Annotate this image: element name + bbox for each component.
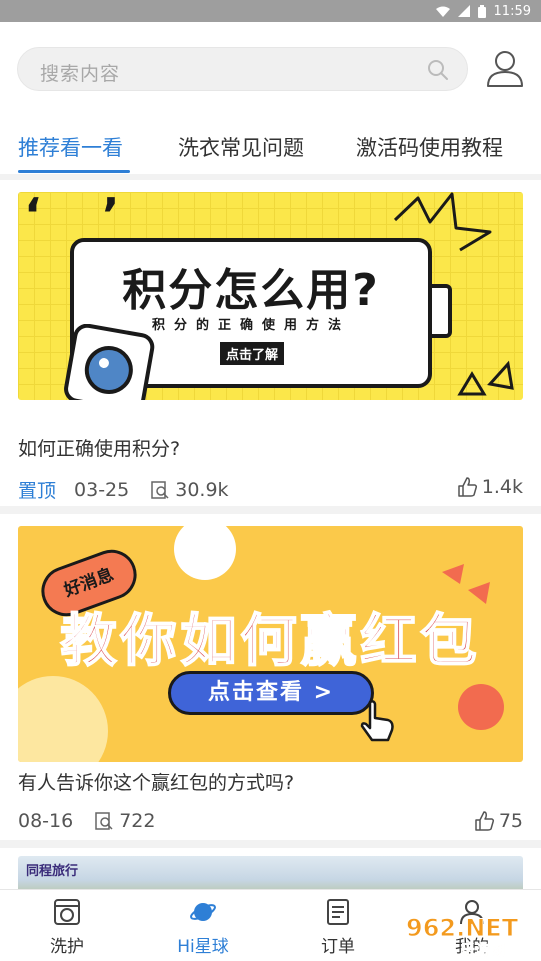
nav-item-wash[interactable]: 洗护: [17, 890, 117, 961]
post-card[interactable]: 好消息 教你如何赢红包 点击查看 > 有人告诉你这个赢红包的方式吗? 08-16…: [0, 514, 541, 840]
order-icon[interactable]: [324, 898, 352, 926]
status-time: 11:59: [493, 3, 531, 19]
views-icon: [151, 480, 169, 499]
post-title[interactable]: 如何正确使用积分?: [18, 434, 180, 461]
banner-title: 积分怎么用?: [122, 265, 380, 316]
post-date: 03-25: [74, 478, 130, 501]
view-count: 722: [119, 810, 156, 832]
views-icon: [95, 812, 113, 830]
tab-activation-code-tutorial[interactable]: 激活码使用教程: [356, 132, 503, 162]
pinned-label: 置顶: [18, 480, 57, 502]
like-button[interactable]: 1.4k: [458, 476, 523, 498]
post-date: 08-16: [18, 810, 74, 832]
camera-icon: [64, 324, 155, 400]
post-card[interactable]: ‘ ’ 积分怎么用? 积分的正确使用方法 点击了解 如何正确使用积分? 置顶 0…: [0, 180, 541, 506]
like-count: 75: [498, 810, 523, 832]
nav-label: 洗护: [50, 937, 84, 957]
banner-headline: 教你如何赢红包: [60, 608, 481, 675]
search-icon[interactable]: [427, 59, 449, 81]
post-banner-image[interactable]: ‘ ’ 积分怎么用? 积分的正确使用方法 点击了解: [18, 192, 523, 400]
circle-decoration: [18, 676, 108, 762]
nav-item-hi-planet[interactable]: Hi星球: [153, 890, 253, 961]
tab-recommended[interactable]: 推荐看一看: [18, 132, 123, 162]
post-title[interactable]: 有人告诉你这个赢红包的方式吗?: [18, 768, 294, 795]
search-input[interactable]: 搜索内容: [40, 59, 120, 86]
nav-label: 订单: [321, 937, 355, 957]
status-bar: 11:59: [0, 0, 541, 22]
search-bar[interactable]: 搜索内容: [17, 47, 468, 91]
thumbs-up-icon[interactable]: [475, 811, 495, 831]
header: 搜索内容 推荐看一看 洗衣常见问题 激活码使用教程: [0, 22, 541, 174]
triangle-decoration: [457, 360, 514, 396]
nav-label: Hi星球: [177, 937, 229, 957]
banner-cta: 点击查看 >: [168, 671, 374, 715]
signal-icon: [457, 5, 470, 17]
planet-icon[interactable]: [189, 898, 217, 926]
like-button[interactable]: 75: [475, 810, 523, 832]
circle-decoration: [174, 526, 236, 580]
banner-cta: 点击了解: [220, 342, 285, 365]
pointer-hand-icon: [360, 700, 394, 742]
wifi-icon: [435, 6, 450, 17]
site-watermark: 962.NET 乐游网: [406, 914, 520, 959]
post-banner-image[interactable]: 好消息 教你如何赢红包 点击查看 >: [18, 526, 523, 762]
watermark-text: 962.NET: [406, 914, 519, 942]
quote-mark-left: ‘: [24, 192, 42, 242]
battery-tip-decoration: [432, 284, 452, 338]
nav-item-orders[interactable]: 订单: [288, 890, 388, 961]
view-count: 30.9k: [175, 478, 229, 501]
battery-icon: [477, 4, 486, 18]
quote-mark-right: ’: [102, 192, 120, 242]
tab-laundry-faq[interactable]: 洗衣常见问题: [178, 132, 304, 162]
thumbs-up-icon[interactable]: [458, 477, 478, 497]
circle-decoration: [458, 684, 504, 730]
banner-logo: 同程旅行: [26, 864, 79, 879]
post-meta: 08-16 722: [18, 810, 155, 832]
watermark-subtext: 乐游网: [460, 941, 505, 958]
category-tabs: 推荐看一看 洗衣常见问题 激活码使用教程: [0, 122, 541, 174]
user-icon[interactable]: [485, 48, 525, 88]
post-card[interactable]: 同程旅行: [0, 848, 541, 896]
like-count: 1.4k: [481, 476, 523, 498]
active-tab-indicator: [18, 170, 130, 173]
post-meta: 置顶 03-25 30.9k: [18, 476, 229, 503]
washer-icon[interactable]: [53, 898, 81, 926]
